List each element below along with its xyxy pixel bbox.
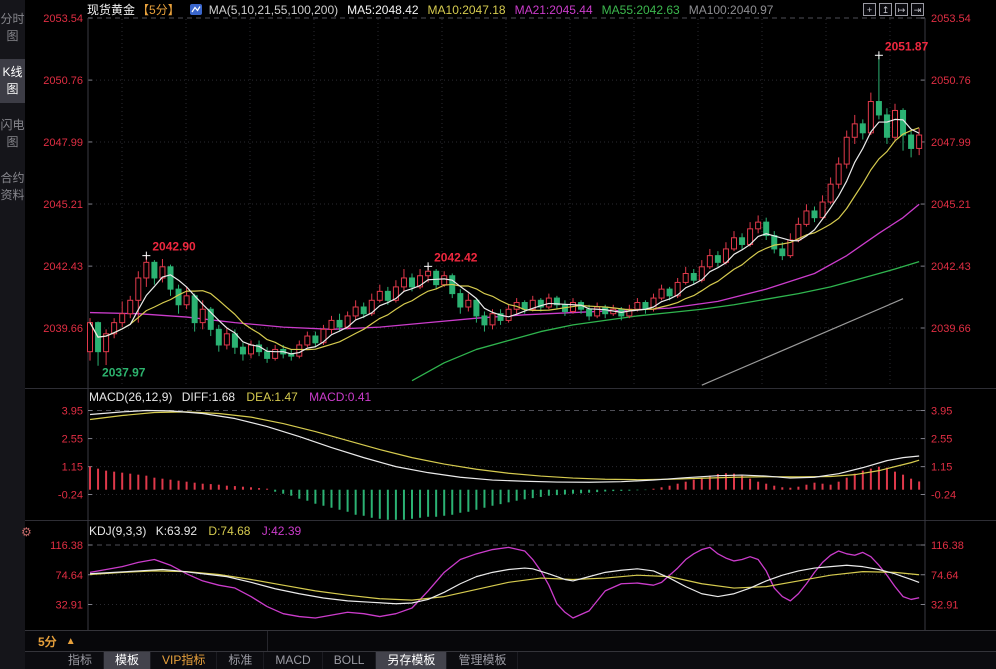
svg-text:3.95: 3.95 [931, 406, 952, 418]
svg-text:2042.90: 2042.90 [152, 240, 196, 254]
sidebar-item-3[interactable]: 合约资料 [0, 165, 25, 209]
svg-text:2050.76: 2050.76 [43, 75, 83, 87]
svg-text:2037.97: 2037.97 [102, 366, 146, 380]
svg-text:-0.24: -0.24 [58, 490, 83, 502]
svg-text:2050.76: 2050.76 [931, 75, 971, 87]
svg-text:74.64: 74.64 [931, 570, 959, 582]
ma-value-1: MA10:2047.18 [428, 3, 506, 17]
ma-value-0: MA5:2048.42 [347, 3, 418, 17]
macd-macd-value: MACD:0.41 [309, 390, 371, 404]
sidebar-item-0[interactable]: 分时图 [0, 6, 25, 50]
ma-value-4: MA100:2040.97 [689, 3, 774, 17]
tab-2[interactable]: VIP指标 [151, 652, 217, 669]
divider [267, 631, 268, 651]
window-icons: +↥↦⇥ [863, 3, 924, 16]
tab-1[interactable]: 模板 [104, 652, 151, 669]
svg-text:2045.21: 2045.21 [43, 199, 83, 211]
tab-4[interactable]: MACD [264, 652, 322, 669]
kdj-d-value: D:74.68 [208, 524, 250, 538]
sidebar-item-2[interactable]: 闪电图 [0, 112, 25, 156]
svg-text:2047.99: 2047.99 [931, 137, 971, 149]
svg-text:74.64: 74.64 [55, 570, 83, 582]
tab-7[interactable]: 管理模板 [447, 652, 518, 669]
trading-app: 2053.542053.542050.762050.762047.992047.… [0, 0, 996, 669]
svg-text:2042.42: 2042.42 [434, 250, 478, 264]
kdj-k-value: K:63.92 [156, 524, 197, 538]
instrument-title: 现货黄金 [87, 1, 135, 18]
crosshair-icon[interactable]: + [863, 3, 876, 16]
interval-label[interactable]: 5分 [38, 633, 57, 650]
interval-row: 5分 ▲ [25, 630, 996, 652]
chart-type-icon [190, 3, 203, 16]
svg-text:2045.21: 2045.21 [931, 199, 971, 211]
svg-text:2039.66: 2039.66 [931, 323, 971, 335]
svg-text:-0.24: -0.24 [931, 490, 956, 502]
sidebar-item-1[interactable]: K线图 [0, 59, 25, 103]
svg-text:116.38: 116.38 [931, 540, 964, 552]
exit-panel-icon[interactable]: ⇥ [911, 3, 924, 16]
ma-settings-label: MA(5,10,21,55,100,200) [209, 3, 338, 17]
svg-text:2042.43: 2042.43 [931, 261, 971, 273]
gear-icon[interactable]: ⚙ [21, 525, 32, 539]
kdj-params-label: KDJ(9,3,3) [89, 524, 146, 538]
svg-text:32.91: 32.91 [931, 599, 959, 611]
macd-params-label: MACD(26,12,9) [89, 390, 172, 404]
tab-5[interactable]: BOLL [323, 652, 377, 669]
chart-header: 现货黄金 【5分】 MA(5,10,21,55,100,200) MA5:204… [25, 0, 996, 19]
macd-dea-value: DEA:1.47 [246, 390, 297, 404]
macd-diff-value: DIFF:1.68 [182, 390, 235, 404]
zoom-axis-icon[interactable]: ↥ [879, 3, 892, 16]
triangle-up-icon[interactable]: ▲ [66, 636, 76, 647]
kdj-header: KDJ(9,3,3) K:63.92 D:74.68 J:42.39 [89, 524, 301, 538]
tab-0[interactable]: 指标 [57, 652, 104, 669]
svg-text:1.15: 1.15 [931, 462, 952, 474]
svg-text:2039.66: 2039.66 [43, 323, 83, 335]
pan-right-icon[interactable]: ↦ [895, 3, 908, 16]
svg-text:2047.99: 2047.99 [43, 137, 83, 149]
kdj-j-value: J:42.39 [262, 524, 301, 538]
tab-6[interactable]: 另存模板 [376, 652, 447, 669]
interval-tag[interactable]: 【5分】 [137, 1, 180, 18]
ma-value-3: MA55:2042.63 [602, 3, 680, 17]
svg-text:3.95: 3.95 [62, 406, 83, 418]
svg-text:2.55: 2.55 [62, 434, 83, 446]
svg-text:32.91: 32.91 [55, 599, 83, 611]
svg-text:2042.43: 2042.43 [43, 261, 83, 273]
chart-canvas[interactable]: 2053.542053.542050.762050.762047.992047.… [0, 0, 996, 669]
bottom-tab-bar: 指标模板VIP指标标准MACDBOLL另存模板管理模板 [25, 652, 996, 669]
ma-value-2: MA21:2045.44 [515, 3, 593, 17]
svg-text:2051.87: 2051.87 [885, 39, 929, 53]
svg-text:116.38: 116.38 [50, 540, 83, 552]
ma-values: MA5:2048.42 MA10:2047.18 MA21:2045.44 MA55:… [338, 3, 773, 17]
sidebar: 分时图 K线图闪电图合约资料 [0, 0, 25, 669]
svg-text:2.55: 2.55 [931, 434, 952, 446]
tab-3[interactable]: 标准 [217, 652, 264, 669]
macd-header: MACD(26,12,9) DIFF:1.68 DEA:1.47 MACD:0.… [89, 390, 371, 404]
svg-text:1.15: 1.15 [62, 462, 83, 474]
